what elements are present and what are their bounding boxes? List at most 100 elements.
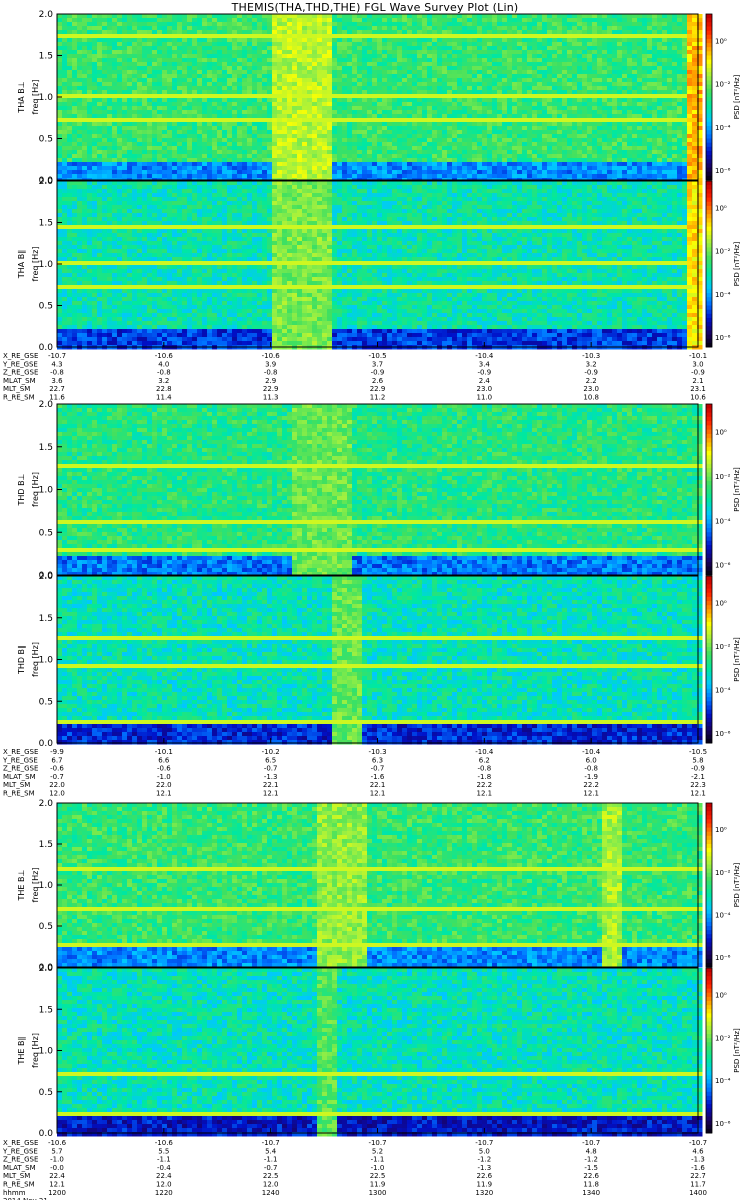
ephemeris-value: -10.3 [368,748,386,756]
ephemeris-value: 23.1 [690,385,706,393]
ephemeris-value: -1.3 [691,1156,705,1164]
ephemeris-value: -0.9 [584,369,598,377]
ephemeris-value: 12.0 [156,1181,172,1189]
time-tick-label: 1300 [369,1189,387,1197]
ephemeris-value: -0.9 [691,369,705,377]
ephemeris-value: -10.4 [475,352,494,360]
y-tick-label: 0.5 [39,528,53,538]
ephemeris-row-label: MLAT_SM [3,377,36,385]
colorbar-tick-label: 10⁻⁶ [715,334,731,342]
colorbar-tick-label: 10⁻⁴ [715,124,731,132]
ephemeris-value: 11.6 [49,394,65,402]
ephemeris-value: -10.1 [689,352,707,360]
ephemeris-value: 22.5 [370,1172,386,1180]
spectrogram-panel-5 [57,803,703,968]
spectrogram-panel-6 [57,968,703,1137]
ephemeris-value: 11.9 [477,1181,493,1189]
ephemeris-value: -10.6 [155,1139,174,1147]
colorbar-label: PSD [nT²/Hz] [733,74,741,119]
ephemeris-value: 2.4 [479,377,491,385]
colorbar-tick-label: 10⁻⁴ [715,517,731,525]
time-tick-label: 1340 [582,1189,600,1197]
ephemeris-value: 22.7 [690,1172,706,1180]
colorbar-label: PSD [nT²/Hz] [733,637,741,682]
ephemeris-value: 6.6 [158,756,170,764]
y-tick-label: 1.5 [39,443,53,453]
colorbar-tick-label: 10⁻⁶ [715,562,731,570]
ephemeris-value: -10.7 [368,1139,386,1147]
time-tick-label: 1320 [475,1189,493,1197]
ephemeris-value: 11.8 [583,1181,599,1189]
y-tick-label: 0.0 [39,1129,54,1139]
ephemeris-value: -1.1 [371,1156,385,1164]
ephemeris-value: 10.6 [690,394,706,402]
colorbar-tick-label: 10⁻⁶ [715,954,731,962]
ephemeris-value: -1.6 [371,773,385,781]
ephemeris-value: 3.2 [158,377,169,385]
ephemeris-row-label: X_RE_GSE [3,352,38,360]
ephemeris-value: 2.1 [692,377,703,385]
ephemeris-row-label: Z_RE_GSE [3,765,38,773]
y-tick-label: 1.0 [39,486,54,496]
ephemeris-value: 12.1 [263,790,279,798]
ephemeris-value: -10.7 [262,1139,280,1147]
ephemeris-value: -0.0 [50,1164,64,1172]
ephemeris-value: 22.6 [477,1172,493,1180]
colorbar [706,404,712,576]
ephemeris-value: -1.8 [477,773,491,781]
spectrogram-panel-2 [57,181,703,350]
time-tick-label: 1240 [262,1189,280,1197]
ephemeris-value: 11.9 [370,1181,386,1189]
colorbar-tick-label: 10⁻⁶ [715,730,731,738]
y-tick-label: 0.5 [39,697,53,707]
colorbar-tick-label: 10⁻⁴ [715,912,731,920]
y-tick-label: 2.0 [39,177,54,187]
ephemeris-row-label: Z_RE_GSE [3,369,38,377]
ephemeris-row-label: R_RE_SM [3,394,35,402]
ephemeris-value: 12.1 [477,790,493,798]
ephemeris-row-label: MLT_SM [3,385,30,393]
panel-label: THD B∥ [17,645,26,675]
ephemeris-value: 23.0 [477,385,493,393]
ephemeris-value: 11.2 [370,394,386,402]
time-tick-label: 1400 [689,1189,707,1197]
time-tick-label: 1200 [48,1189,66,1197]
y-tick-label: 1.0 [39,656,54,666]
colorbar [706,14,712,181]
ephemeris-row-label: R_RE_SM [3,790,35,798]
ephemeris-value: 11.3 [263,394,279,402]
colorbar-tick-label: 10⁻² [715,81,731,89]
colorbar-tick-label: 10⁻⁶ [715,1120,731,1128]
ephemeris-value: -1.3 [264,773,278,781]
y-tick-label: 2.0 [39,964,54,974]
ephemeris-value: -10.5 [368,352,386,360]
colorbar-tick-label: 10⁻⁴ [715,1077,731,1085]
ephemeris-value: -1.5 [584,1164,598,1172]
ephemeris-value: -10.4 [475,748,494,756]
ephemeris-value: 22.5 [263,1172,279,1180]
ephemeris-value: 23.0 [583,385,599,393]
ephemeris-value: 11.4 [156,394,172,402]
ephemeris-value: -0.7 [50,773,64,781]
spectrogram-panel-1 [57,14,703,183]
colorbar [706,803,712,968]
colorbar-tick-label: 10⁰ [715,991,727,999]
ephemeris-value: -0.4 [157,1164,171,1172]
y-axis-label: freq [Hz] [31,472,40,507]
ephemeris-value: -1.2 [477,1156,491,1164]
ephemeris-value: -10.7 [475,1139,493,1147]
ephemeris-value: -10.1 [155,748,173,756]
ephemeris-value: -1.1 [157,1156,171,1164]
ephemeris-value: 12.0 [49,790,65,798]
ephemeris-value: 5.0 [479,1147,490,1155]
ephemeris-value: -10.7 [48,352,66,360]
wave-survey-plot: 0.00.51.01.52.0THA B⊥ freq [Hz]10⁰10⁻²10⁻… [0,0,750,1200]
y-axis-label: freq [Hz] [31,80,40,115]
y-tick-label: 0.5 [39,302,53,312]
ephemeris-value: -10.2 [262,748,280,756]
ephemeris-value: -0.8 [157,369,171,377]
ephemeris-value: -0.8 [584,765,598,773]
spectrogram-panel-4 [57,576,703,745]
ephemeris-value: -0.9 [477,369,491,377]
time-axis-label: hhmm [3,1189,26,1197]
